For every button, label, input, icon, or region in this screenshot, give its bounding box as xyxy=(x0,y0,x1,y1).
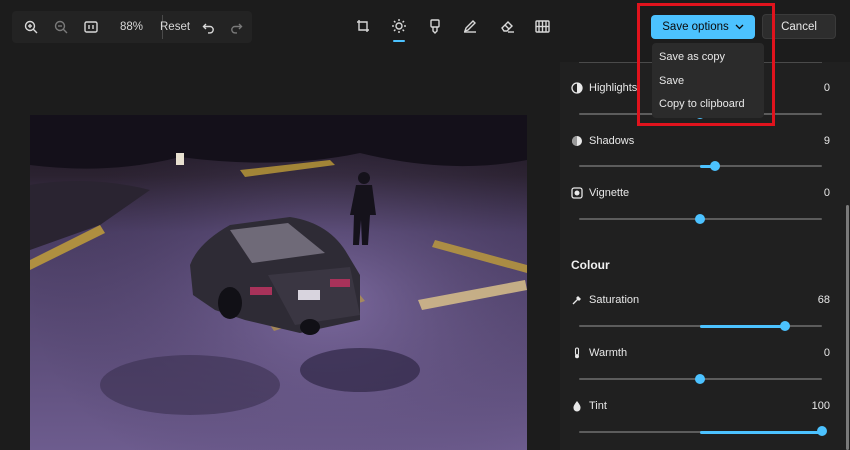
active-tool-indicator xyxy=(393,40,405,42)
markup-tool[interactable] xyxy=(458,14,482,38)
saturation-value: 68 xyxy=(817,294,830,306)
highlights-value: 0 xyxy=(823,82,830,94)
actual-size-icon xyxy=(84,21,98,33)
panel-scrollbar[interactable] xyxy=(846,205,849,450)
red-highlight-annotation xyxy=(637,3,775,126)
zoom-out-button[interactable] xyxy=(48,11,74,43)
redo-button[interactable] xyxy=(226,11,246,43)
warmth-slider-thumb[interactable] xyxy=(695,374,705,384)
zoom-out-icon xyxy=(54,20,68,34)
photo-canvas[interactable] xyxy=(30,115,527,450)
highlights-label: Highlights xyxy=(589,82,638,94)
background-icon xyxy=(534,19,550,33)
tint-label: Tint xyxy=(589,400,607,412)
warmth-label: Warmth xyxy=(589,347,628,359)
markup-icon xyxy=(463,20,476,33)
shadows-slider-thumb[interactable] xyxy=(710,161,720,171)
zoom-in-button[interactable] xyxy=(18,11,44,43)
warmth-value: 0 xyxy=(823,347,830,359)
vignette-icon xyxy=(571,187,583,199)
background-tool[interactable] xyxy=(530,14,554,38)
erase-tool[interactable] xyxy=(495,14,519,38)
highlights-icon xyxy=(571,82,583,94)
warmth-icon xyxy=(571,347,583,359)
erase-icon xyxy=(500,21,514,33)
adjust-tool[interactable] xyxy=(387,14,411,38)
undo-icon xyxy=(202,23,214,34)
saturation-label: Saturation xyxy=(589,294,640,306)
vignette-slider-thumb[interactable] xyxy=(695,214,705,224)
view-toolbar: 88% Reset xyxy=(12,11,252,43)
zoom-level[interactable]: 88% xyxy=(120,11,143,43)
crop-icon xyxy=(357,20,369,32)
vignette-label: Vignette xyxy=(589,187,630,199)
vignette-value: 0 xyxy=(823,187,830,199)
zoom-in-icon xyxy=(24,20,38,34)
reset-button[interactable]: Reset xyxy=(160,11,190,43)
tint-slider-thumb[interactable] xyxy=(817,426,827,436)
shadows-icon xyxy=(571,135,583,147)
night-parking-lot-photo xyxy=(30,115,527,450)
colour-section-title: Colour xyxy=(571,258,610,272)
crop-tool[interactable] xyxy=(351,14,375,38)
tint-value: 100 xyxy=(811,400,830,412)
saturation-icon xyxy=(571,294,583,306)
shadows-value: 9 xyxy=(823,135,830,147)
actual-size-button[interactable] xyxy=(78,11,104,43)
adjust-icon xyxy=(392,19,406,33)
filter-tool[interactable] xyxy=(423,14,447,38)
tint-icon xyxy=(571,400,583,412)
saturation-slider-thumb[interactable] xyxy=(780,321,790,331)
saturation-slider-fill xyxy=(700,324,785,328)
undo-button[interactable] xyxy=(198,11,218,43)
shadows-label: Shadows xyxy=(589,135,635,147)
filter-icon xyxy=(430,18,440,34)
tint-slider-fill xyxy=(700,430,822,434)
redo-icon xyxy=(230,23,242,34)
